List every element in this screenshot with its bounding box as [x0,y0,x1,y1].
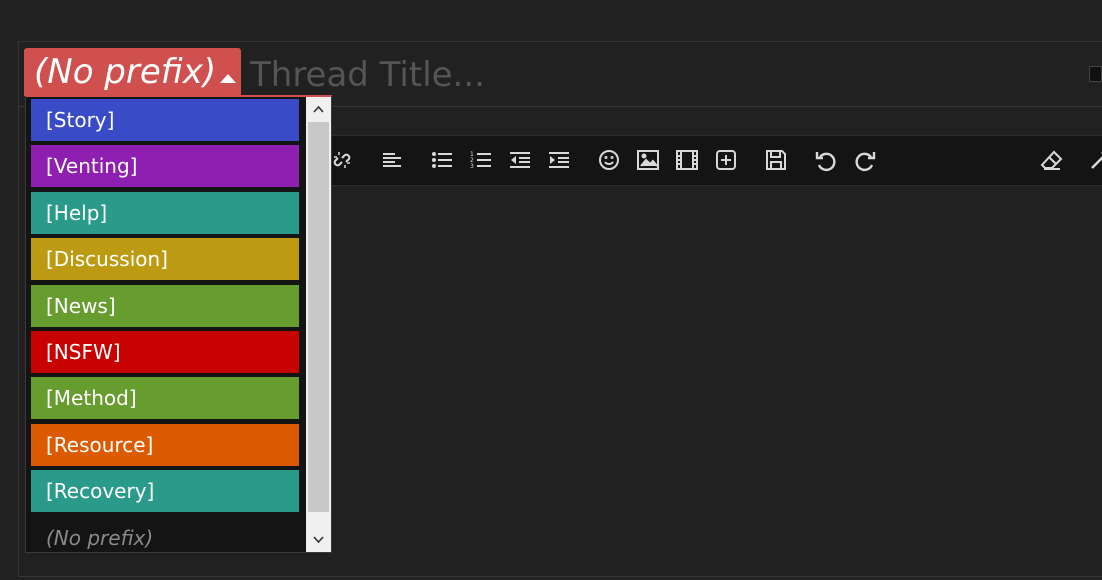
image-icon[interactable] [636,148,660,172]
undo-icon[interactable] [814,148,838,172]
prefix-option-recovery[interactable]: [Recovery] [31,470,299,512]
indent-icon[interactable] [547,148,571,172]
caret-up-icon [220,74,236,83]
remove-formatting-icon[interactable] [1040,148,1064,172]
prefix-option-help[interactable]: [Help] [31,192,299,234]
save-draft-icon[interactable] [764,148,788,172]
unlink-icon[interactable] [330,148,354,172]
smiley-icon[interactable] [597,148,621,172]
prefix-option-resource[interactable]: [Resource] [31,424,299,466]
prefix-option-venting[interactable]: [Venting] [31,145,299,187]
toggle-bbcode-icon[interactable] [1088,148,1102,172]
scroll-down-arrow-icon[interactable] [306,527,331,552]
insert-icon[interactable] [714,148,738,172]
scroll-up-arrow-icon[interactable] [306,97,331,122]
prefix-option-discussion[interactable]: [Discussion] [31,238,299,280]
align-left-icon[interactable] [380,148,404,172]
prefix-option-method[interactable]: [Method] [31,377,299,419]
scrollbar-thumb[interactable] [308,122,329,512]
outdent-icon[interactable] [508,148,532,172]
video-icon[interactable] [675,148,699,172]
overflow-icon [1089,66,1102,82]
redo-icon[interactable] [853,148,877,172]
prefix-option-news[interactable]: [News] [31,285,299,327]
prefix-option-story[interactable]: [Story] [31,99,299,141]
numbered-list-icon[interactable]: 1 2 3 [469,148,493,172]
prefix-select-label: (No prefix) [34,52,217,92]
prefix-option-none[interactable]: (No prefix) [31,518,299,558]
thread-title-input[interactable] [250,50,1070,100]
bullet-list-icon[interactable] [430,148,454,172]
prefix-option-nsfw[interactable]: [NSFW] [31,331,299,373]
svg-text:3: 3 [470,163,474,170]
prefix-select-button[interactable]: (No prefix) [24,48,241,96]
